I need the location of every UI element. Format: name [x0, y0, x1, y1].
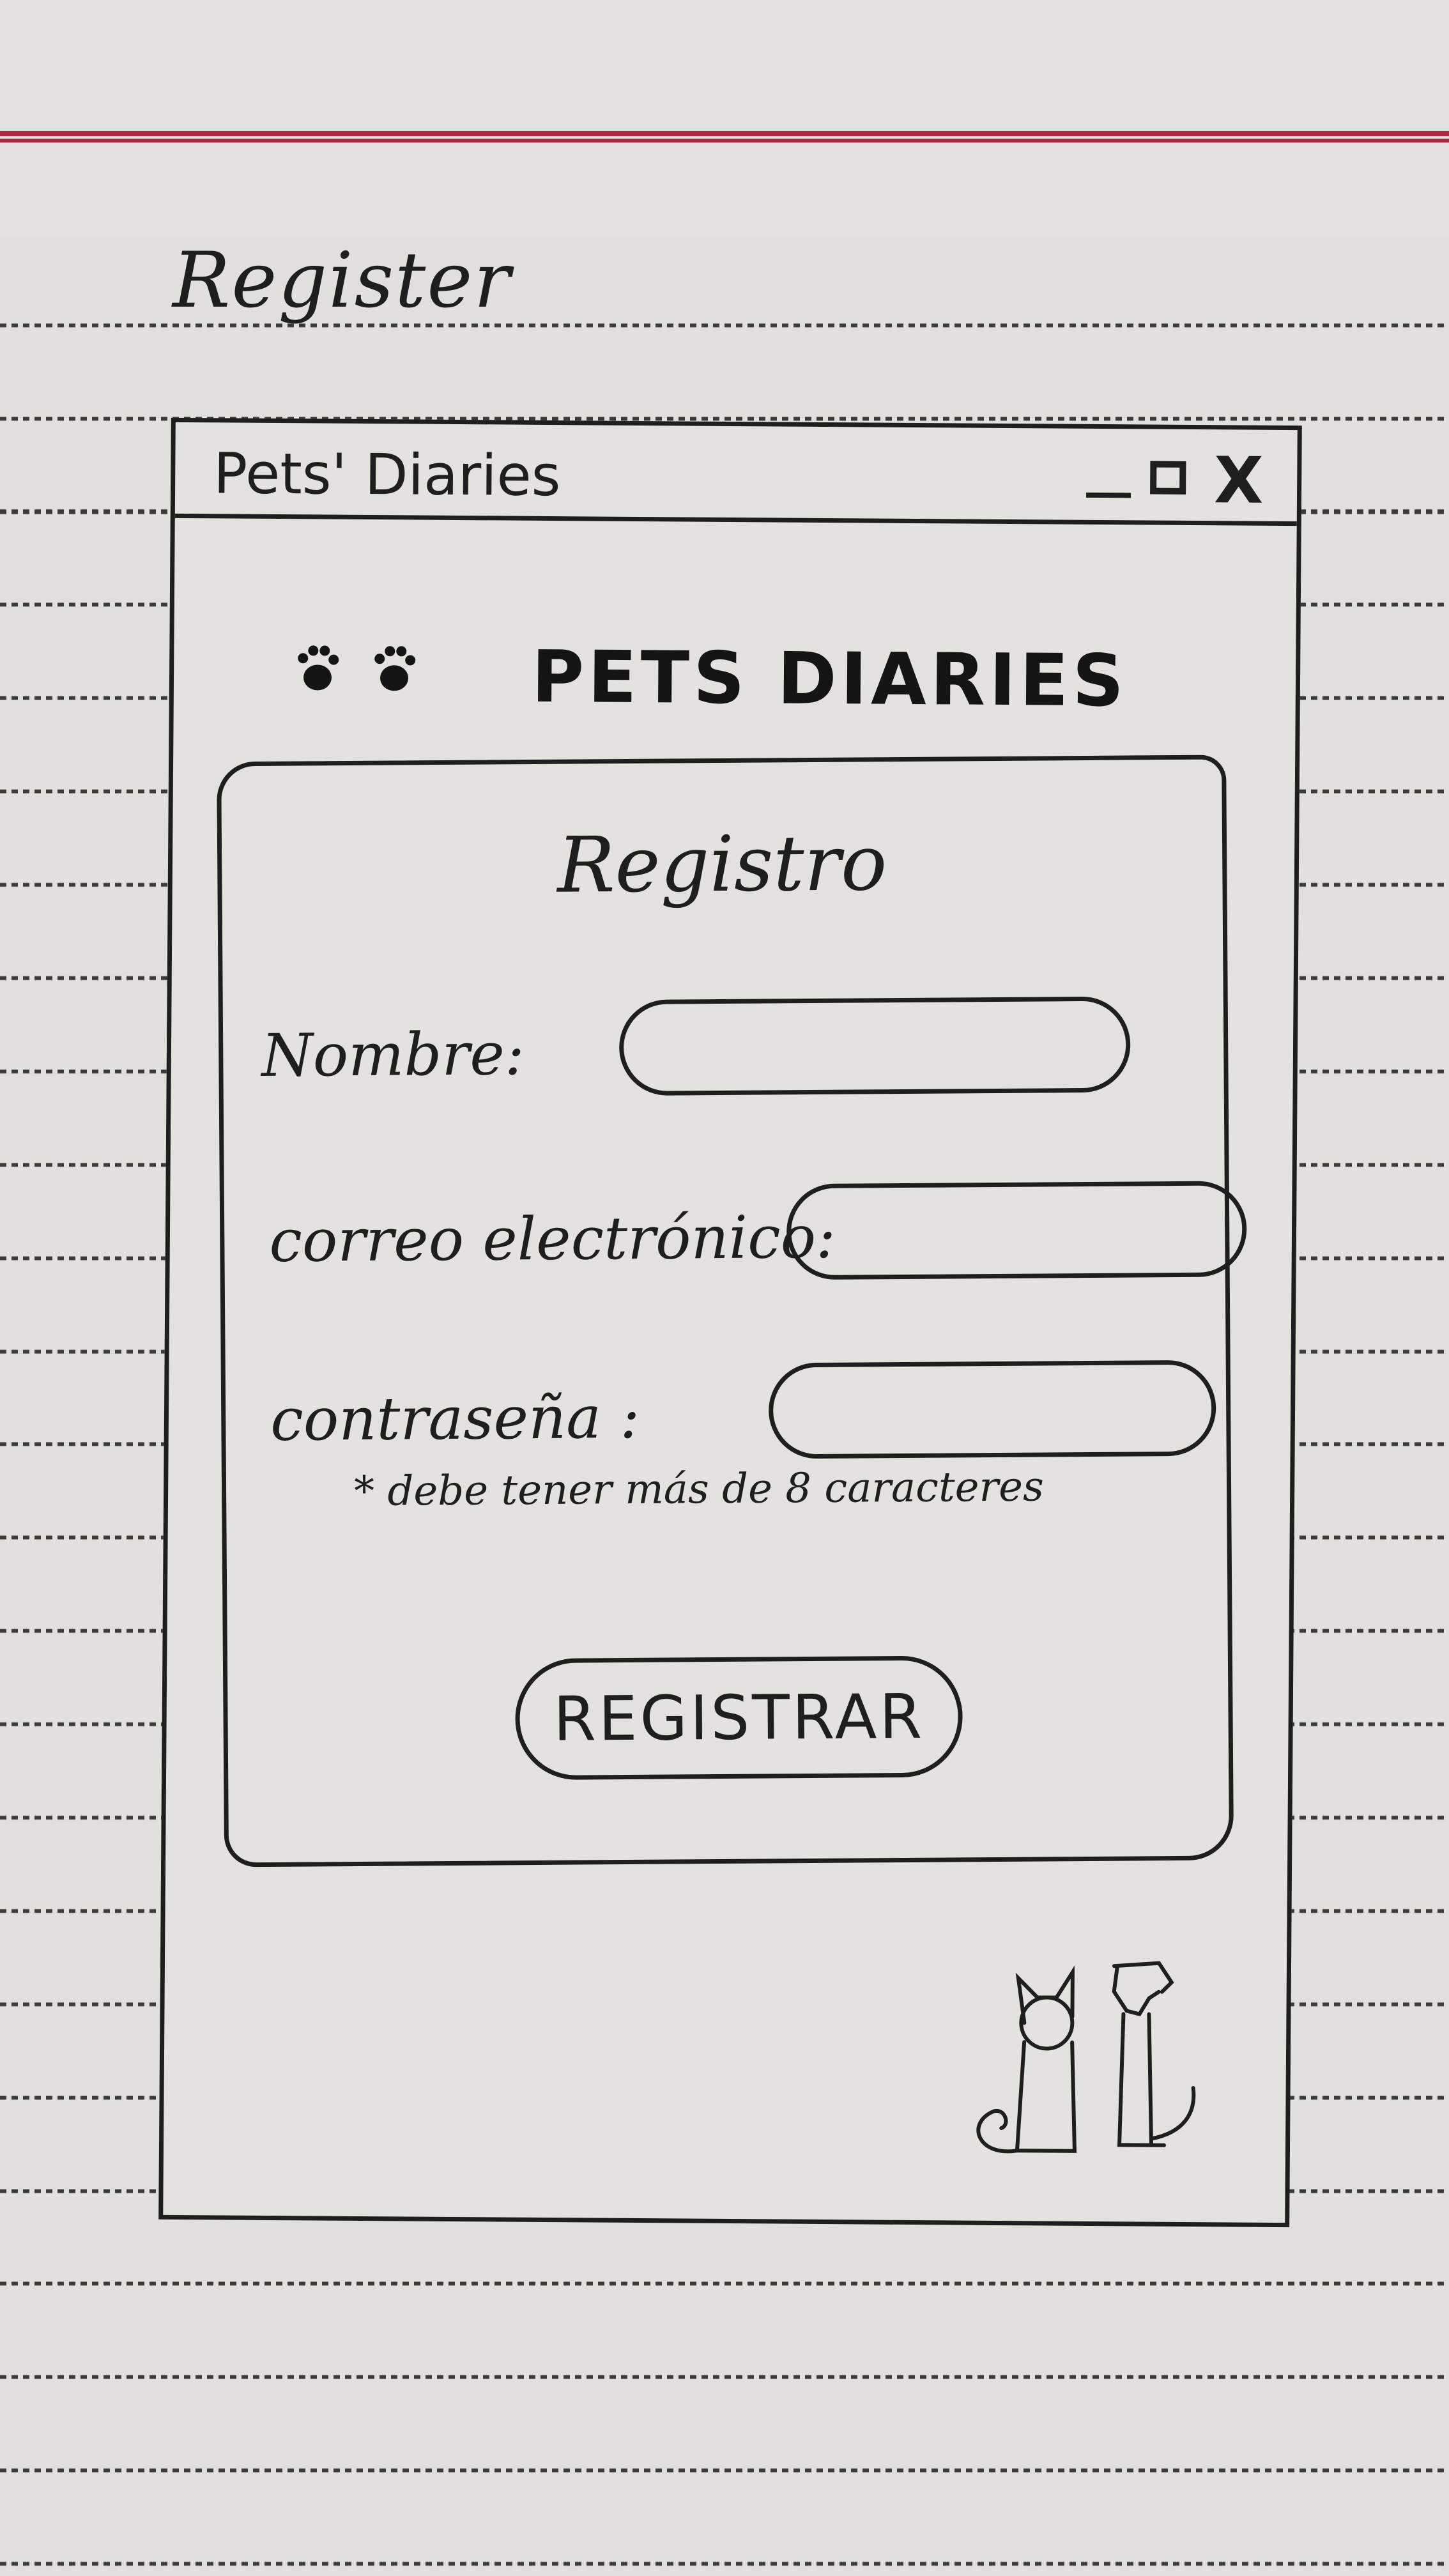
paw-print-icon — [374, 646, 416, 691]
cat-and-dog-icon — [976, 1961, 1196, 2154]
password-hint: * debe tener más de 8 caracteres — [353, 1463, 1045, 1516]
registration-form: Registro Nombre: correo electrónico: con… — [217, 755, 1247, 1867]
minimize-icon[interactable] — [1080, 454, 1131, 506]
register-button[interactable]: REGISTRAR — [514, 1655, 963, 1781]
maximize-icon[interactable] — [1144, 454, 1195, 506]
form-title: Registro — [556, 819, 887, 910]
email-input[interactable] — [786, 1181, 1247, 1280]
password-input[interactable] — [768, 1360, 1216, 1459]
name-label: Nombre: — [261, 1020, 525, 1091]
email-label: correo electrónico: — [268, 1202, 836, 1275]
app-window: Pets' Diaries X PETS DIARIES Registro No… — [158, 417, 1302, 2228]
name-input[interactable] — [618, 996, 1131, 1096]
margin-line — [0, 131, 1449, 142]
window-titlebar: Pets' Diaries X — [174, 422, 1298, 526]
window-title: Pets' Diaries — [213, 440, 561, 509]
paper-header-area — [0, 0, 1449, 236]
app-name: PETS DIARIES — [531, 635, 1128, 723]
paw-print-icon — [298, 645, 339, 691]
page-heading: Register — [172, 236, 512, 325]
app-header: PETS DIARIES — [289, 627, 1232, 723]
password-label: contraseña : — [270, 1383, 640, 1454]
close-icon[interactable]: X — [1214, 443, 1266, 518]
